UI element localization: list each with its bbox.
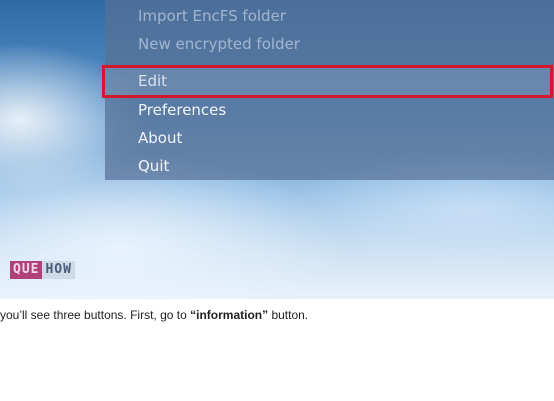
menu-item-about[interactable]: About [138, 128, 182, 148]
menu-item-quit[interactable]: Quit [138, 156, 169, 176]
edit-highlight-box [102, 65, 553, 98]
caption-text-before: you’ll see three buttons. First, go to [0, 308, 191, 322]
logo-how-text: HOW [42, 261, 75, 279]
logo-que-text: QUE [10, 261, 43, 279]
menu-item-import-encfs-folder[interactable]: Import EncFS folder [138, 6, 286, 26]
menu-item-edit[interactable]: Edit [138, 71, 167, 91]
desktop-screenshot: Import EncFS folder New encrypted folder… [0, 0, 554, 299]
instruction-caption: you’ll see three buttons. First, go to “… [0, 308, 308, 322]
menu-item-new-encrypted-folder[interactable]: New encrypted folder [138, 34, 300, 54]
caption-text-after: button. [268, 308, 309, 322]
app-dropdown-menu: Import EncFS folder New encrypted folder… [102, 0, 554, 180]
menu-item-preferences[interactable]: Preferences [138, 100, 226, 120]
caption-emphasis: “information” [190, 308, 269, 322]
quehow-logo: QUE HOW [10, 261, 75, 279]
